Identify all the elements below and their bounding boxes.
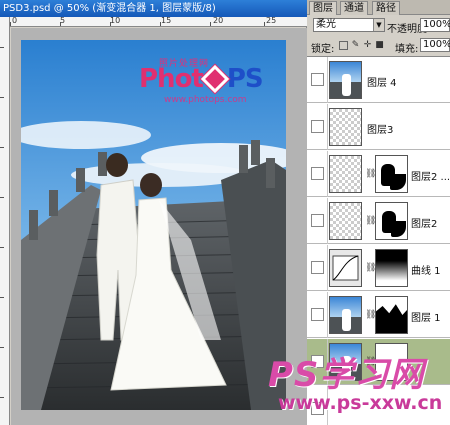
layer-row[interactable]: 图层3 [307, 104, 450, 150]
lock-position-icon[interactable]: ✛ [363, 41, 372, 50]
document-title[interactable]: PSD3.psd @ 50% (渐变混合器 1, 图层蒙版/8) [0, 0, 307, 17]
layer-mask-thumb[interactable] [375, 155, 408, 193]
lock-all-icon[interactable]: ■ [375, 41, 384, 50]
layer-mask-thumb[interactable] [375, 249, 408, 287]
layer-row[interactable]: ⛓ 曲线 1 [307, 245, 450, 291]
layer-mask-thumb[interactable] [375, 202, 408, 240]
layer-transparent-thumb [329, 155, 362, 193]
tab-layers[interactable]: 图层 [309, 1, 337, 15]
visibility-toggle[interactable] [311, 308, 324, 321]
canvas-photo[interactable]: 照片处理网 Phot PS www.photops.com [21, 40, 286, 410]
blend-mode-value: 柔光 [316, 19, 336, 30]
ruler-vertical[interactable] [0, 17, 10, 425]
photo-logo: Phot PS [139, 64, 264, 94]
ruler-mark: 0 [12, 16, 18, 25]
photo-logo-part-a: Phot [139, 64, 204, 94]
layer-photo-thumb [329, 296, 362, 334]
layer-mask-thumb[interactable] [375, 296, 408, 334]
photo-logo-diamond-icon [200, 64, 230, 94]
lock-pixels-icon[interactable]: ✎ [351, 41, 360, 50]
photo-logo-url: www.photops.com [164, 95, 247, 105]
visibility-toggle[interactable] [311, 73, 324, 86]
visibility-toggle[interactable] [311, 120, 324, 133]
ruler-mark: 25 [266, 16, 277, 25]
layer-transparent-thumb [329, 202, 362, 240]
layer-row[interactable]: ⛓ 图层2 ... [307, 151, 450, 197]
chevron-down-icon[interactable]: ▼ [373, 19, 384, 31]
visibility-toggle[interactable] [311, 167, 324, 180]
ruler-mark: 15 [161, 16, 172, 25]
opacity-input[interactable]: 100% [420, 18, 450, 32]
document-window: PSD3.psd @ 50% (渐变混合器 1, 图层蒙版/8) 0 5 10 … [0, 0, 307, 425]
visibility-toggle[interactable] [311, 214, 324, 227]
layer-row[interactable]: ⛓ 图层2 [307, 198, 450, 244]
layer-photo-thumb [329, 61, 362, 99]
layer-name[interactable]: 图层 1 [411, 309, 441, 324]
layer-row[interactable]: ⛓ 图层 1 [307, 292, 450, 338]
layer-name[interactable]: 图层 4 [367, 74, 397, 89]
lock-label: 锁定: [311, 44, 335, 55]
panel-tabs: 图层 通道 路径 [307, 0, 450, 15]
layer-row[interactable]: 图层 4 [307, 57, 450, 103]
ruler-mark: 10 [110, 16, 121, 25]
layer-name[interactable]: 图层3 [367, 121, 393, 136]
layer-name[interactable]: 图层2 [411, 215, 437, 230]
tab-paths[interactable]: 路径 [372, 1, 400, 15]
layer-name[interactable]: 图层2 ... [411, 168, 450, 183]
lock-transparency-icon[interactable] [339, 41, 348, 50]
layer-transparent-thumb [329, 108, 362, 146]
layer-name[interactable]: 曲线 1 [411, 262, 441, 277]
fill-input[interactable]: 100% [420, 38, 450, 52]
blend-mode-select[interactable]: 柔光 ▼ [313, 18, 385, 32]
watermark-title: PS学习网 [268, 355, 425, 395]
ruler-mark: 20 [213, 16, 224, 25]
ruler-horizontal[interactable]: 0 5 10 15 20 25 [10, 16, 307, 27]
blend-row: 柔光 ▼ 不透明度: 100% [307, 16, 450, 35]
curves-adjustment-icon [329, 249, 362, 287]
tab-channels[interactable]: 通道 [340, 1, 368, 15]
watermark-url: www.ps-xxw.cn [278, 392, 443, 414]
visibility-toggle[interactable] [311, 261, 324, 274]
photo-logo-part-b: PS [226, 64, 264, 94]
fill-label: 填充: [395, 44, 419, 55]
